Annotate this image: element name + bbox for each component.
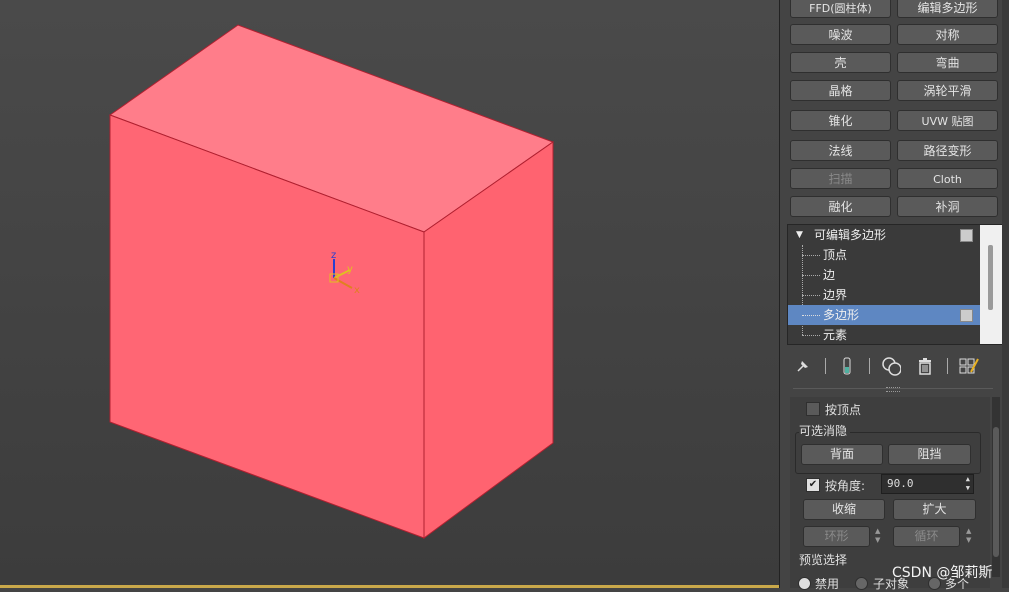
shrink-button[interactable]: 收缩: [803, 499, 885, 520]
loop-button[interactable]: 循环: [893, 526, 960, 547]
stack-root-toggle[interactable]: [960, 229, 973, 242]
occluded-button[interactable]: 阻挡: [888, 444, 971, 465]
delete-modifier-icon[interactable]: [915, 356, 935, 376]
modifier-symmetry-button[interactable]: 对称: [897, 24, 998, 45]
rollout-grip[interactable]: [886, 387, 900, 392]
by-vertex-label: 按顶点: [825, 403, 862, 417]
preview-subobject-radio[interactable]: [855, 577, 868, 590]
stack-item-element[interactable]: 元素: [788, 325, 980, 345]
stack-item-vertex[interactable]: 顶点: [788, 245, 980, 265]
perspective-viewport[interactable]: z y x: [0, 0, 780, 588]
by-vertex-checkbox[interactable]: [806, 402, 820, 416]
viewport-canvas[interactable]: z y x: [0, 0, 779, 585]
stack-item-border[interactable]: 边界: [788, 285, 980, 305]
panel-right-edge: [1002, 0, 1009, 588]
angle-value: 90.0: [887, 477, 914, 490]
gizmo-x-label: x: [354, 285, 360, 296]
ring-spinner-icon[interactable]: ▲ ▼: [875, 527, 880, 545]
stack-item-polygon[interactable]: 多边形: [788, 305, 980, 325]
by-angle-checkbox[interactable]: ✔: [806, 478, 820, 492]
modifier-noise-button[interactable]: 噪波: [790, 24, 891, 45]
show-end-result-icon[interactable]: [837, 356, 857, 376]
stack-polygon-toggle[interactable]: [960, 309, 973, 322]
stack-root-label: 可编辑多边形: [814, 228, 887, 242]
gizmo-y-label: y: [347, 264, 353, 275]
angle-spinner[interactable]: 90.0 ▲ ▼: [881, 474, 974, 494]
modifier-cap-holes-button[interactable]: 补洞: [897, 196, 998, 217]
watermark-text: CSDN @邹莉斯: [892, 565, 993, 581]
modifier-bend-button[interactable]: 弯曲: [897, 52, 998, 73]
loop-spinner-icon[interactable]: ▲ ▼: [966, 527, 971, 545]
modifier-stack[interactable]: ▼ 可编辑多边形 顶点 边 边界 多边形 元素: [787, 224, 1003, 345]
preview-disabled-radio[interactable]: [798, 577, 811, 590]
backface-button[interactable]: 背面: [801, 444, 883, 465]
modifier-cloth-button[interactable]: Cloth: [897, 168, 998, 189]
modifier-melt-button[interactable]: 融化: [790, 196, 891, 217]
panel-scrollbar[interactable]: [992, 397, 1000, 577]
preview-selection-title: 预览选择: [799, 551, 851, 568]
panel-scroll-thumb[interactable]: [993, 427, 999, 557]
modifier-sweep-button[interactable]: 扫描: [790, 168, 891, 189]
modifier-edit-poly-button[interactable]: 编辑多边形: [897, 0, 998, 18]
modifier-lattice-button[interactable]: 晶格: [790, 80, 891, 101]
modifier-normal-button[interactable]: 法线: [790, 140, 891, 161]
modifier-shell-button[interactable]: 壳: [790, 52, 891, 73]
stack-root-item[interactable]: ▼ 可编辑多边形: [788, 225, 980, 245]
grow-button[interactable]: 扩大: [893, 499, 976, 520]
stack-item-edge[interactable]: 边: [788, 265, 980, 285]
by-angle-label: 按角度:: [825, 479, 866, 493]
make-unique-icon[interactable]: [881, 356, 901, 376]
modifier-uvw-map-button[interactable]: UVW 贴图: [897, 110, 998, 131]
modifier-turbosmooth-button[interactable]: 涡轮平滑: [897, 80, 998, 101]
stack-scroll-thumb[interactable]: [988, 245, 993, 310]
ring-button[interactable]: 环形: [803, 526, 870, 547]
modifier-ffd-cylinder-button[interactable]: FFD(圆柱体): [790, 0, 891, 18]
preview-disabled-label: 禁用: [815, 577, 840, 591]
configure-modifier-sets-icon[interactable]: [959, 356, 979, 376]
expand-triangle-icon[interactable]: ▼: [796, 225, 803, 245]
modifier-taper-button[interactable]: 锥化: [790, 110, 891, 131]
stack-scrollbar[interactable]: [980, 225, 1002, 344]
backface-group-title: 可选消隐: [799, 422, 851, 439]
pin-stack-icon[interactable]: [793, 356, 813, 376]
spinner-arrows-icon[interactable]: ▲ ▼: [966, 475, 970, 493]
stack-toolbar: [787, 350, 1003, 382]
gizmo-z-label: z: [331, 250, 336, 261]
modifier-path-deform-button[interactable]: 路径变形: [897, 140, 998, 161]
